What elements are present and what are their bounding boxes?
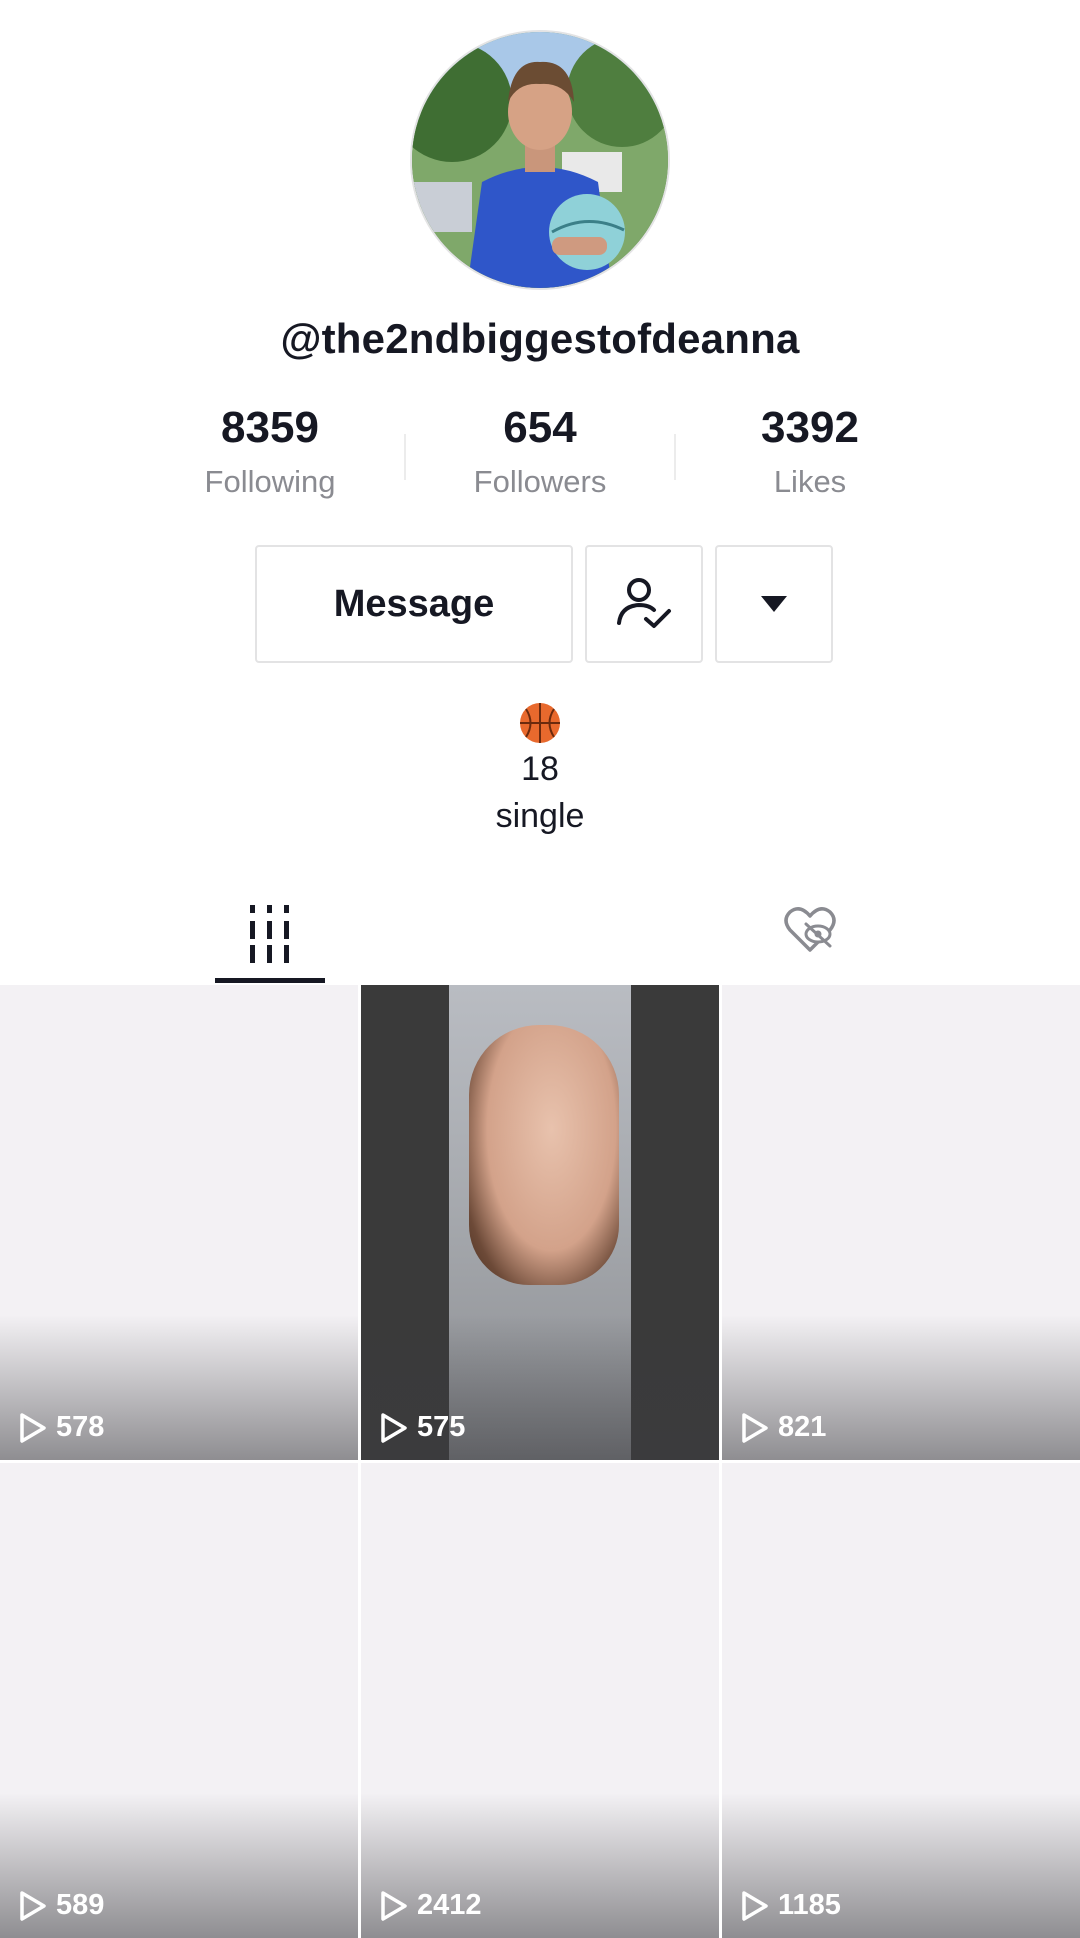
stat-followers-label: Followers bbox=[473, 464, 607, 499]
profile-stats: 8359 Following 654 Followers 3392 Likes bbox=[135, 400, 945, 510]
stat-likes-value: 3392 bbox=[761, 403, 859, 452]
stat-likes-label: Likes bbox=[773, 464, 847, 499]
view-count: 578 bbox=[18, 1411, 104, 1444]
video-thumbnail[interactable]: 589 bbox=[0, 1463, 358, 1938]
basketball-icon bbox=[520, 703, 560, 743]
view-count: 589 bbox=[18, 1889, 104, 1922]
video-thumbnail[interactable]: 821 bbox=[722, 985, 1080, 1460]
stat-followers-value: 654 bbox=[503, 403, 577, 452]
user-check-icon bbox=[617, 578, 671, 628]
play-icon bbox=[381, 1412, 407, 1443]
play-icon bbox=[742, 1890, 768, 1921]
video-thumbnail[interactable]: 2412 bbox=[361, 1463, 719, 1938]
caret-down-icon bbox=[761, 596, 787, 612]
play-icon bbox=[381, 1890, 407, 1921]
play-icon bbox=[742, 1412, 768, 1443]
profile-avatar[interactable] bbox=[410, 30, 670, 290]
bio-line-status: single bbox=[495, 797, 585, 835]
tab-videos[interactable] bbox=[215, 895, 325, 983]
stat-following[interactable]: 8359 Following bbox=[135, 400, 405, 510]
view-count-value: 1185 bbox=[778, 1889, 841, 1921]
liked-hidden-icon bbox=[784, 907, 836, 952]
play-icon bbox=[20, 1890, 46, 1921]
stat-following-value: 8359 bbox=[221, 403, 319, 452]
view-count: 2412 bbox=[379, 1889, 482, 1922]
tab-liked[interactable] bbox=[780, 900, 840, 960]
video-thumbnail[interactable]: 578 bbox=[0, 985, 358, 1460]
more-options-button[interactable] bbox=[715, 545, 833, 663]
view-count: 821 bbox=[740, 1411, 826, 1444]
profile-actions: Message bbox=[255, 545, 833, 663]
profile-username: @the2ndbiggestofdeanna bbox=[280, 315, 800, 362]
view-count-value: 575 bbox=[417, 1411, 466, 1443]
active-tab-indicator bbox=[215, 978, 325, 983]
following-button[interactable] bbox=[585, 545, 703, 663]
stat-followers[interactable]: 654 Followers bbox=[405, 400, 675, 510]
view-count-value: 2412 bbox=[417, 1889, 482, 1921]
video-thumbnail[interactable]: 575 bbox=[361, 985, 719, 1460]
view-count-value: 589 bbox=[56, 1889, 105, 1921]
video-face bbox=[469, 1025, 619, 1285]
avatar-photo bbox=[412, 32, 668, 288]
view-count-value: 578 bbox=[56, 1411, 105, 1443]
view-count: 575 bbox=[379, 1411, 465, 1444]
view-count: 1185 bbox=[740, 1889, 841, 1922]
video-thumbnail[interactable]: 1185 bbox=[722, 1463, 1080, 1938]
message-button[interactable]: Message bbox=[255, 545, 573, 663]
stat-following-label: Following bbox=[204, 464, 336, 499]
videos-grid-icon bbox=[250, 905, 289, 963]
view-count-value: 821 bbox=[778, 1411, 827, 1443]
bio-line-age: 18 bbox=[521, 750, 559, 788]
play-icon bbox=[20, 1412, 46, 1443]
stat-likes[interactable]: 3392 Likes bbox=[675, 400, 945, 510]
